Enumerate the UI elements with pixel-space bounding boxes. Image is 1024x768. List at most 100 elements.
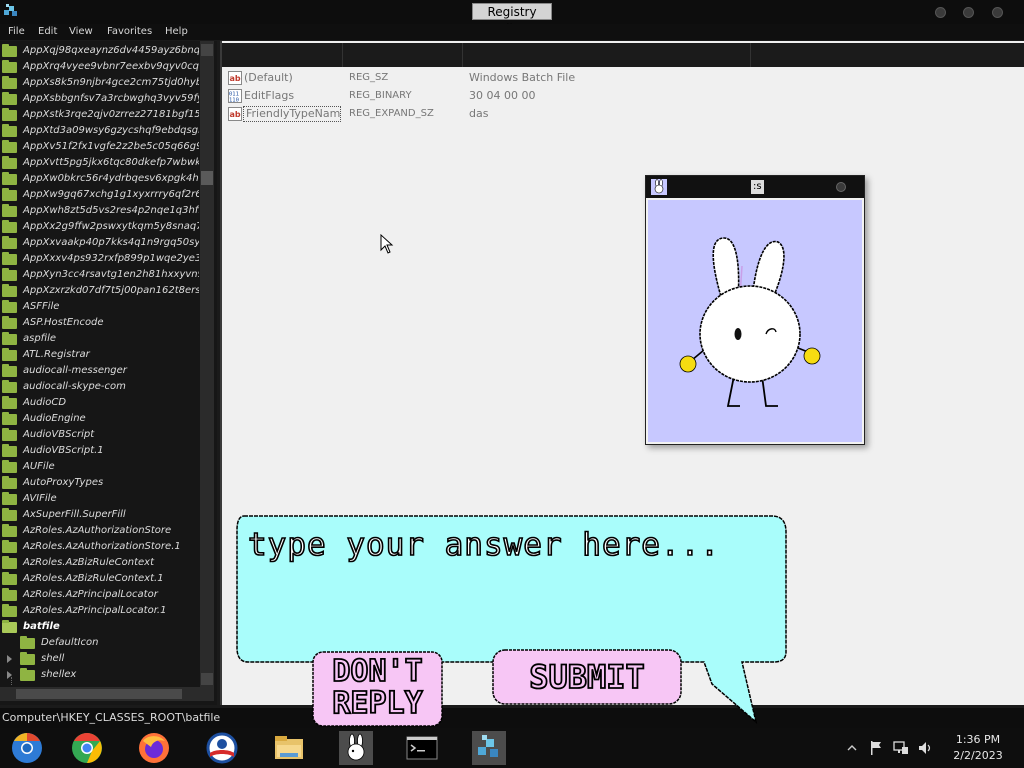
tree-item-label: shell [41,653,65,664]
tree-item[interactable]: AudioEngine [0,411,199,427]
tree-item[interactable]: ASP.HostEncode [0,315,199,331]
bunny-app-icon[interactable] [339,731,373,765]
tree-item[interactable]: AppXzxrzkd07df7t5j00pan162t8erst [0,283,199,299]
key-tree-list[interactable]: AppXqj98qxeaynz6dv4459ayz6bnqxbqr AppXrq4… [0,43,199,686]
tree-item[interactable]: AzRoles.AzBizRuleContext.1 [0,571,199,587]
tree-item[interactable]: AzRoles.AzBizRuleContext [0,555,199,571]
maximize-button[interactable] [963,7,974,18]
tree-item[interactable]: AUFile [0,459,199,475]
network-icon[interactable] [893,740,909,756]
folder-icon [2,140,17,153]
scroll-down-arrow-icon[interactable] [201,673,213,685]
menu-edit[interactable]: Edit [38,25,57,38]
tree-item[interactable]: ATL.Registrar [0,347,199,363]
mouse-pointer-icon [380,234,394,254]
show-hidden-icons-icon[interactable] [847,743,857,753]
clock-time[interactable]: 1:36 PM [942,732,1014,747]
menu-help[interactable]: Help [165,25,188,38]
bunny-window[interactable]: :s [645,175,865,445]
tree-item[interactable]: AzRoles.AzAuthorizationStore [0,523,199,539]
key-tree-panel[interactable]: AppXqj98qxeaynz6dv4459ayz6bnqxbqr AppXrq4… [0,41,217,705]
menu-view[interactable]: View [69,25,93,38]
registry-editor-app-icon[interactable] [2,2,20,20]
close-button[interactable] [992,7,1003,18]
tree-item[interactable]: AppXv51f2fx1vgfe2z2be5c05q66g95e [0,139,199,155]
tree-item-label: AppXv51f2fx1vgfe2z2be5c05q66g95e [23,141,199,152]
answer-input[interactable]: type your answer here... [247,522,768,572]
tree-horizontal-scrollbar[interactable] [0,687,214,701]
tree-item[interactable]: AppXxvaakp40p7kks4q1n9rgq50syh [0,235,199,251]
tree-item[interactable]: shell [0,651,199,667]
value-row[interactable]: 011 110 EditFlags REG_BINARY 30 04 00 00 [222,87,1024,105]
submit-button[interactable]: SUBMIT [491,648,683,706]
tree-item[interactable]: AppXsbbgnfsv7a3rcbwghq3vyv59fyd [0,91,199,107]
tree-item[interactable]: shellex [0,667,199,683]
scroll-up-arrow-icon[interactable] [201,44,213,56]
tree-item[interactable]: AppXw0bkrc56r4ydrbqesv6xpgk4hn [0,171,199,187]
tree-item[interactable]: AzRoles.AzPrincipalLocator [0,587,199,603]
tree-item[interactable]: batfile [0,619,199,635]
registry-editor-icon[interactable] [472,731,506,765]
tree-item[interactable]: AppXvtt5pg5jkx6tqc80dkefp7wbwk6 [0,155,199,171]
column-divider[interactable] [342,43,343,67]
folder-icon [20,668,35,681]
obama-logo-icon[interactable] [205,731,239,765]
tree-item[interactable]: AzRoles.AzAuthorizationStore.1 [0,539,199,555]
answer-dialog[interactable]: type your answer here... DON'T REPLY SUB… [234,512,790,727]
menu-favorites[interactable]: Favorites [107,25,152,38]
tree-item[interactable]: AutoProxyTypes [0,475,199,491]
tree-item[interactable]: AzRoles.AzPrincipalLocator.1 [0,603,199,619]
value-name: EditFlags [244,89,295,102]
tree-item[interactable]: ASFFile [0,299,199,315]
horizontal-scroll-thumb[interactable] [16,689,182,699]
tree-item[interactable]: AppXyn3cc4rsavtg1en2h81hxxyvn95 [0,267,199,283]
title-bar[interactable]: Registry Editor [0,0,1024,36]
folder-icon [2,588,17,601]
tree-item[interactable]: AudioVBScript.1 [0,443,199,459]
tree-vertical-scrollbar[interactable] [200,41,214,687]
tree-item-label: AppXsbbgnfsv7a3rcbwghq3vyv59fyd [23,93,199,104]
tree-item[interactable]: AppXw9gq67xchg1g1xyxrrry6qf2r66 [0,187,199,203]
tree-item[interactable]: AudioVBScript [0,427,199,443]
tree-item[interactable]: AudioCD [0,395,199,411]
tree-item[interactable]: audiocall-messenger [0,363,199,379]
value-row[interactable]: ab (Default) REG_SZ Windows Batch File [222,69,1024,87]
tree-item[interactable]: AppXxxv4ps932rxfp899p1wqe2ye38 [0,251,199,267]
bunny-window-titlebar[interactable]: :s [646,176,864,198]
tree-item[interactable]: DefaultIcon [0,635,199,651]
firefox-icon[interactable] [137,731,171,765]
action-center-flag-icon[interactable] [869,740,883,756]
command-prompt-icon[interactable] [405,731,439,765]
menu-file[interactable]: File [8,25,25,38]
tree-item[interactable]: AppXs8k5n9njbr4gce2cm75tjd0hybt [0,75,199,91]
chrome-canary-icon[interactable] [10,731,44,765]
tree-item-label: AutoProxyTypes [23,477,104,488]
tree-item[interactable]: AppXrq4vyee9vbnr7eexbv9qyv0cqz [0,59,199,75]
tree-item[interactable]: audiocall-skype-com [0,379,199,395]
minimize-button[interactable] [935,7,946,18]
value-row[interactable]: ab FriendlyTypeName REG_EXPAND_SZ das [222,105,1024,123]
column-divider[interactable] [462,43,463,67]
tree-item[interactable]: AxSuperFill.SuperFill [0,507,199,523]
expand-arrow-icon[interactable] [7,655,12,663]
chrome-icon[interactable] [70,731,104,765]
tree-item[interactable]: AppXwh8zt5d5vs2res4p2nqe1q3hffrr [0,203,199,219]
tree-item[interactable]: AVIFile [0,491,199,507]
dont-reply-button[interactable]: DON'T REPLY [311,650,444,728]
tree-item[interactable]: AppXtd3a09wsy6gzycshqf9ebdqsgk [0,123,199,139]
string-value-icon: ab [228,71,242,85]
folder-icon [2,380,17,393]
bunny-window-close-button[interactable] [836,182,846,192]
column-divider[interactable] [750,43,751,67]
tree-item[interactable]: AppXstk3rqe2qjv0zrrez27181bgf155k [0,107,199,123]
folder-icon [2,188,17,201]
volume-icon[interactable] [917,740,933,756]
clock-date[interactable]: 2/2/2023 [942,748,1014,763]
tree-item[interactable]: aspfile [0,331,199,347]
tree-item[interactable]: AppXqj98qxeaynz6dv4459ayz6bnqxbqr [0,43,199,59]
tree-item[interactable]: AppXx2g9ffw2pswxytkqm5y8snaq7 [0,219,199,235]
folder-icon [2,316,17,329]
scroll-thumb[interactable] [201,171,213,185]
file-explorer-icon[interactable] [272,731,306,765]
values-column-header[interactable] [222,43,1024,67]
